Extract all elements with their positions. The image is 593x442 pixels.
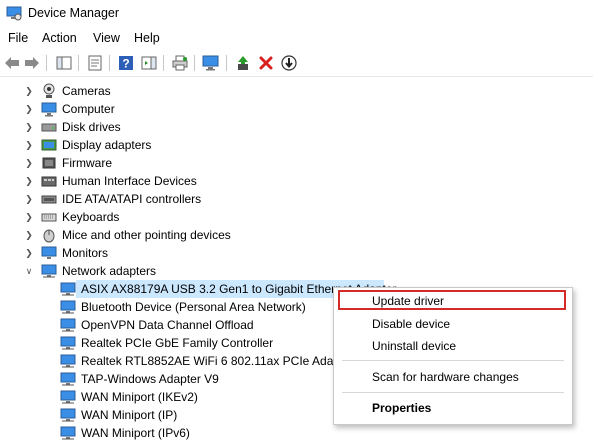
action-pane-icon[interactable] <box>140 54 158 72</box>
tree-item-label: Realtek PCIe GbE Family Controller <box>81 336 274 350</box>
menu-uninstall-device[interactable]: Uninstall device <box>372 339 456 353</box>
tree-item-disk-drives[interactable]: ❯ Disk drives <box>0 118 593 136</box>
chevron-right-icon[interactable]: ❯ <box>24 103 34 115</box>
network-adapter-icon <box>41 264 57 278</box>
menu-properties[interactable]: Properties <box>372 401 431 415</box>
chevron-right-icon[interactable]: ❯ <box>24 211 34 223</box>
tree-item-label: OpenVPN Data Channel Offload <box>81 318 254 332</box>
disk-drive-icon <box>41 123 57 132</box>
tree-item-label: Computer <box>62 102 115 116</box>
computer-icon <box>41 102 57 117</box>
tree-item-computer[interactable]: ❯ Computer <box>0 100 593 118</box>
update-driver-icon[interactable] <box>234 54 252 72</box>
hid-icon <box>41 176 57 187</box>
tree-item-label: Firmware <box>62 156 112 170</box>
menu-bar: File Action View Help <box>0 28 593 48</box>
tree-item-hid[interactable]: ❯ Human Interface Devices <box>0 172 593 190</box>
uninstall-icon[interactable] <box>257 54 275 72</box>
menu-update-driver[interactable]: Update driver <box>372 294 444 308</box>
network-adapter-icon <box>60 354 76 368</box>
network-adapter-icon <box>60 318 76 332</box>
tree-item-keyboards[interactable]: ❯ Keyboards <box>0 208 593 226</box>
chevron-right-icon[interactable]: ❯ <box>24 247 34 259</box>
chevron-right-icon[interactable]: ❯ <box>24 139 34 151</box>
tree-item-label: Keyboards <box>62 210 120 224</box>
mouse-icon <box>43 229 55 243</box>
menu-help[interactable]: Help <box>134 31 160 45</box>
network-adapter-icon <box>60 300 76 314</box>
chevron-right-icon[interactable]: ❯ <box>24 175 34 187</box>
tree-item-label: Display adapters <box>62 138 152 152</box>
firmware-icon <box>42 157 56 169</box>
menu-file[interactable]: File <box>8 31 28 45</box>
tree-item-mice[interactable]: ❯ Mice and other pointing devices <box>0 226 593 244</box>
menu-disable-device[interactable]: Disable device <box>372 317 450 331</box>
menu-separator <box>342 360 564 361</box>
menu-scan-hardware[interactable]: Scan for hardware changes <box>372 370 519 384</box>
keyboard-icon <box>41 213 57 222</box>
chevron-down-icon[interactable]: ∨ <box>24 265 34 277</box>
network-adapter-icon <box>60 282 76 296</box>
forward-arrow-icon[interactable] <box>23 54 41 72</box>
tree-item-label: Human Interface Devices <box>62 174 197 188</box>
tree-item-monitors[interactable]: ❯ Monitors <box>0 244 593 262</box>
network-adapter-icon <box>60 426 76 440</box>
display-adapter-icon <box>41 139 57 151</box>
tree-item-cameras[interactable]: ❯ Cameras <box>0 82 593 100</box>
network-adapter-icon <box>60 390 76 404</box>
tree-item-display-adapters[interactable]: ❯ Display adapters <box>0 136 593 154</box>
tree-item-label: IDE ATA/ATAPI controllers <box>62 192 202 206</box>
tree-item-label: WAN Miniport (IP) <box>81 408 178 422</box>
device-manager-icon <box>6 6 22 21</box>
monitor-icon <box>41 246 57 259</box>
scan-hardware-icon[interactable] <box>202 54 220 72</box>
tree-item-label: Bluetooth Device (Personal Area Network) <box>81 300 306 314</box>
tree-item-label: Disk drives <box>62 120 121 134</box>
title-bar: Device Manager <box>0 0 593 27</box>
svg-text:?: ? <box>122 57 129 71</box>
network-adapter-icon <box>60 336 76 350</box>
tree-item-wan-ipv6[interactable]: WAN Miniport (IPv6) <box>0 424 593 442</box>
tree-item-network-adapters[interactable]: ∨ Network adapters <box>0 262 593 280</box>
menu-action[interactable]: Action <box>42 31 77 45</box>
chevron-right-icon[interactable]: ❯ <box>24 85 34 97</box>
tree-item-label: Cameras <box>62 84 111 98</box>
ide-controller-icon <box>41 195 57 204</box>
properties-toolbar-icon[interactable] <box>86 54 104 72</box>
network-adapter-icon <box>60 408 76 422</box>
tree-item-ide-controllers[interactable]: ❯ IDE ATA/ATAPI controllers <box>0 190 593 208</box>
tree-item-label: Realtek RTL8852AE WiFi 6 802.11ax PCIe A… <box>81 354 355 368</box>
window-title: Device Manager <box>28 6 120 20</box>
toolbar: ? <box>0 50 593 77</box>
chevron-right-icon[interactable]: ❯ <box>24 229 34 241</box>
menu-view[interactable]: View <box>93 31 120 45</box>
camera-icon <box>43 83 55 98</box>
tree-item-label: TAP-Windows Adapter V9 <box>81 372 219 386</box>
chevron-right-icon[interactable]: ❯ <box>24 193 34 205</box>
network-adapter-icon <box>60 372 76 386</box>
print-icon[interactable] <box>171 54 189 72</box>
tree-item-label: WAN Miniport (IPv6) <box>81 426 190 440</box>
menu-separator <box>342 392 564 393</box>
tree-item-label: WAN Miniport (IKEv2) <box>81 390 198 404</box>
help-icon[interactable]: ? <box>117 54 135 72</box>
download-icon[interactable] <box>280 54 298 72</box>
back-arrow-icon[interactable] <box>3 54 21 72</box>
tree-item-firmware[interactable]: ❯ Firmware <box>0 154 593 172</box>
chevron-right-icon[interactable]: ❯ <box>24 157 34 169</box>
tree-item-label: Monitors <box>62 246 109 260</box>
show-hide-tree-icon[interactable] <box>55 54 73 72</box>
tree-item-label: Network adapters <box>62 264 157 278</box>
chevron-right-icon[interactable]: ❯ <box>24 121 34 133</box>
tree-item-label: Mice and other pointing devices <box>62 228 231 242</box>
context-menu: Update driver Disable device Uninstall d… <box>333 287 573 425</box>
